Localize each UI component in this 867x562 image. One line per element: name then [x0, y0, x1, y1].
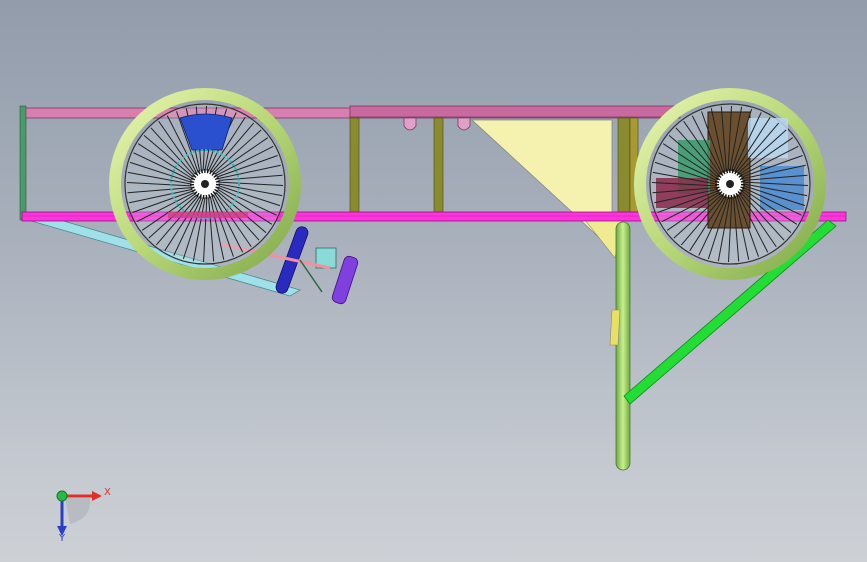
rear-wheel[interactable] — [634, 88, 826, 280]
frame-post-1 — [349, 117, 360, 213]
z-axis-dot — [56, 490, 68, 502]
frame-post-front — [19, 105, 27, 221]
frame-post-2 — [433, 117, 444, 213]
rear-vertical-tube — [615, 221, 631, 471]
gusset-plate — [470, 119, 613, 251]
x-axis-arrow — [92, 491, 102, 501]
mount-bracket-2 — [457, 117, 471, 131]
front-cross-bar — [168, 212, 248, 218]
rear-plate — [609, 309, 621, 346]
front-wheel[interactable] — [109, 88, 301, 280]
mount-bracket-1 — [403, 117, 417, 131]
x-axis-label: X — [104, 487, 111, 498]
top-rail-right — [349, 105, 681, 119]
rear-axle — [726, 180, 734, 188]
cad-viewport[interactable]: X Y — [0, 0, 867, 562]
triad-shadow — [65, 498, 91, 524]
coordinate-triad[interactable]: X Y — [40, 478, 120, 548]
frame-post-3 — [617, 117, 631, 213]
y-axis-label: Y — [59, 533, 66, 544]
front-axle — [201, 180, 209, 188]
chassis-model[interactable] — [0, 0, 867, 562]
